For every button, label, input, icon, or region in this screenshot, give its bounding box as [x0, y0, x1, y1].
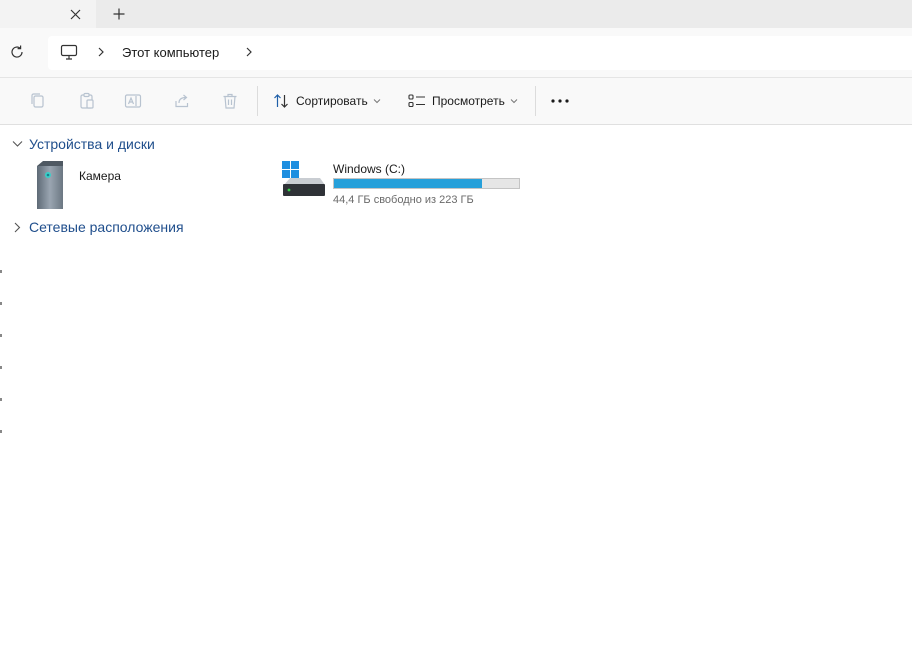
copy-icon[interactable] [29, 92, 47, 110]
command-bar: Сортировать Просмотреть [0, 78, 912, 125]
edge-mark [0, 334, 2, 337]
computer-icon [60, 44, 78, 60]
drive-item-c[interactable]: Windows (C:) 44,4 ГБ свободно из 223 ГБ [282, 161, 527, 211]
navigation-pane-edge [0, 125, 6, 668]
device-item-camera[interactable]: Камера [34, 160, 174, 210]
toolbar-divider [535, 86, 536, 116]
drive-name: Windows (C:) [333, 162, 406, 176]
device-name: Камера [79, 169, 121, 183]
content-pane: Устройства и диски Камера Windows (C:) 4… [0, 125, 912, 668]
windows-drive-icon [282, 161, 325, 196]
section-network-label: Сетевые расположения [29, 219, 184, 235]
sort-label: Сортировать [296, 94, 368, 108]
address-row: Этот компьютер [0, 28, 912, 77]
toolbar-divider [257, 86, 258, 116]
chevron-down-icon [373, 99, 381, 104]
close-icon [70, 9, 80, 19]
close-tab-button[interactable] [66, 5, 84, 23]
sort-icon [274, 94, 288, 108]
breadcrumb-this-pc[interactable]: Этот компьютер [122, 45, 219, 60]
chevron-right-icon[interactable] [96, 46, 106, 58]
paste-icon[interactable] [78, 92, 96, 110]
edge-mark [0, 398, 2, 401]
chevron-down-icon [510, 99, 518, 104]
edge-mark [0, 270, 2, 273]
more-options-icon [551, 99, 569, 103]
view-label: Просмотреть [432, 94, 505, 108]
edge-mark [0, 302, 2, 305]
sort-button[interactable]: Сортировать [273, 90, 381, 112]
address-bar[interactable]: Этот компьютер [48, 36, 912, 70]
share-icon[interactable] [173, 92, 191, 110]
view-list-icon [408, 94, 425, 108]
see-more-button[interactable] [550, 92, 570, 110]
drive-usage-fill [334, 179, 482, 188]
chevron-right-icon [14, 222, 21, 232]
delete-icon[interactable] [221, 92, 239, 110]
active-tab[interactable] [0, 0, 96, 28]
drive-free-space: 44,4 ГБ свободно из 223 ГБ [333, 194, 474, 206]
edge-mark [0, 430, 2, 433]
new-tab-button[interactable] [110, 5, 128, 23]
rename-icon[interactable] [124, 92, 142, 110]
chevron-right-icon[interactable] [244, 46, 254, 58]
section-network-header[interactable]: Сетевые расположения [12, 219, 184, 235]
tower-device-icon [37, 161, 63, 209]
plus-icon [113, 8, 125, 20]
view-button[interactable]: Просмотреть [408, 90, 518, 112]
tab-bar [0, 0, 912, 28]
section-devices-label: Устройства и диски [29, 136, 155, 152]
chevron-down-icon [12, 141, 23, 147]
refresh-icon [11, 45, 23, 58]
edge-mark [0, 366, 2, 369]
drive-usage-bar [333, 178, 520, 189]
section-devices-header[interactable]: Устройства и диски [12, 136, 155, 152]
refresh-button[interactable] [9, 44, 27, 62]
